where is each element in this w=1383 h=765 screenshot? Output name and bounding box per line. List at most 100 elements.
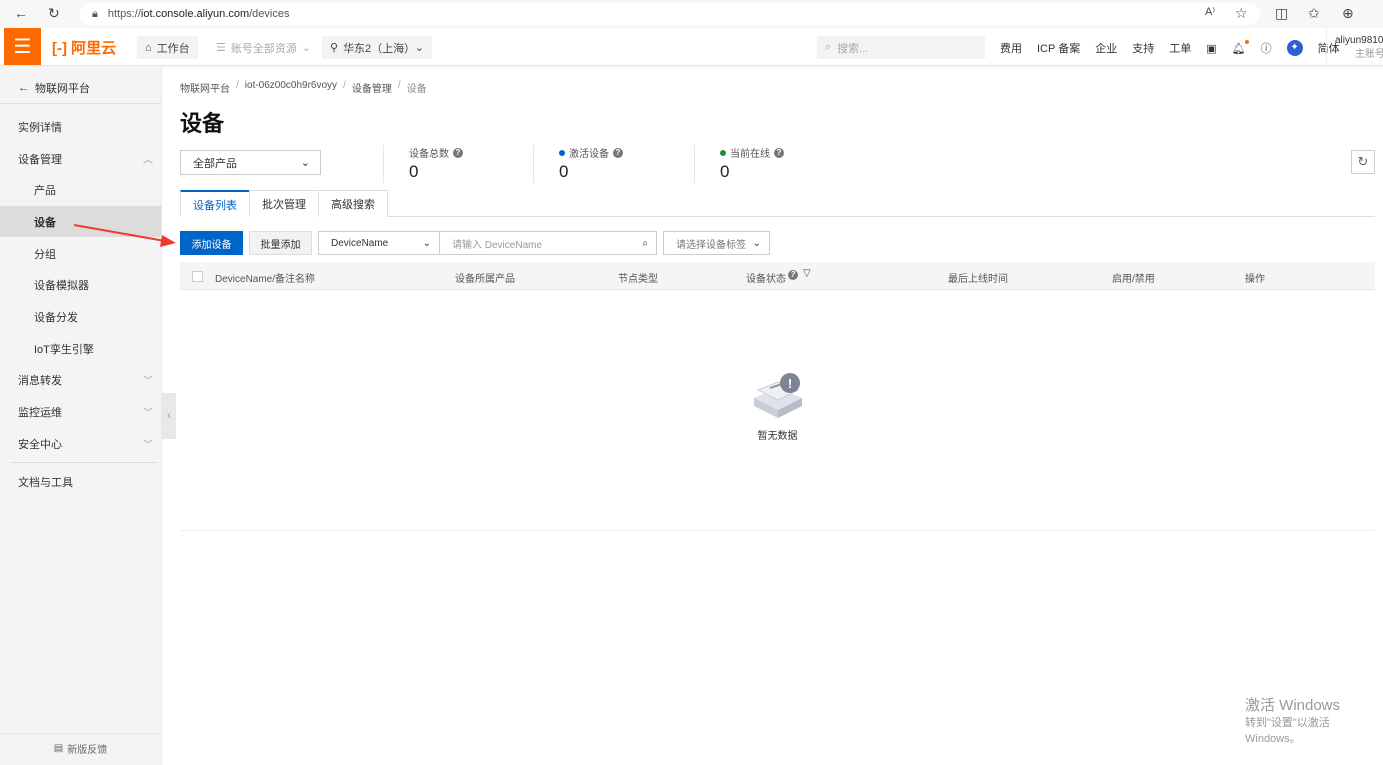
- chevron-down-icon: ﹀: [143, 440, 153, 451]
- workbench-button[interactable]: ⌂ 工作台: [137, 36, 198, 59]
- tab-advanced-search[interactable]: 高级搜索: [318, 190, 388, 217]
- resources-select[interactable]: ☰ 账号全部资源 ⌄: [208, 36, 320, 59]
- feedback-icon: ▤: [53, 743, 64, 754]
- sidebar-item-docs[interactable]: 文档与工具: [0, 466, 161, 497]
- assistant-icon[interactable]: ✦: [1286, 40, 1303, 56]
- address-bar[interactable]: 🔒︎ https://iot.console.aliyun.com/device…: [80, 3, 1260, 25]
- favorite-star-icon[interactable]: ☆: [1235, 5, 1248, 22]
- column-header: 设备状态: [746, 274, 786, 285]
- sidebar-back-link[interactable]: ← 物联网平台: [0, 72, 161, 104]
- breadcrumb-item[interactable]: 物联网平台: [180, 80, 230, 95]
- feedback-button[interactable]: ▤ 新版反馈: [0, 733, 161, 763]
- page-title: 设备: [180, 111, 225, 136]
- sidebar-item-label: 安全中心: [18, 438, 62, 451]
- help-icon[interactable]: ?: [613, 147, 623, 158]
- column-header: 启用/禁用: [1112, 274, 1155, 285]
- sidebar-divider: [10, 462, 158, 463]
- table-header: DeviceName/备注名称 设备所属产品 节点类型 设备状态 ? ▽ 最后上…: [180, 262, 1375, 290]
- sidebar-item-product[interactable]: 产品: [0, 174, 161, 205]
- bell-icon[interactable]: 🔔︎: [1232, 39, 1249, 55]
- tab-device-list[interactable]: 设备列表: [180, 190, 250, 217]
- sidebar-item-monitoring[interactable]: 监控运维 ﹀: [0, 396, 161, 427]
- help-icon[interactable]: ?: [774, 147, 784, 158]
- sidebar-item-twin-engine[interactable]: IoT孪生引擎: [0, 333, 161, 364]
- global-search-input[interactable]: ⌕ 搜索...: [817, 36, 985, 59]
- browser-toolbar: ← ↻ 🔒︎ https://iot.console.aliyun.com/de…: [0, 0, 1383, 28]
- help-icon[interactable]: ?: [453, 147, 463, 158]
- breadcrumb-item[interactable]: 设备管理: [352, 80, 392, 95]
- sidebar-item-label: 消息转发: [18, 374, 62, 387]
- link-enterprise[interactable]: 企业: [1095, 40, 1117, 56]
- sidebar-item-instance[interactable]: 实例详情: [0, 111, 161, 142]
- windows-activation-title: 激活 Windows: [1245, 697, 1341, 714]
- sidebar-item-distribution[interactable]: 设备分发: [0, 301, 161, 332]
- product-select[interactable]: 全部产品 ⌄: [180, 150, 321, 175]
- read-aloud-icon[interactable]: A⁾: [1205, 5, 1215, 18]
- sidebar-item-label: 设备分发: [34, 311, 78, 324]
- chevron-down-icon: ﹀: [143, 376, 153, 387]
- logo-text: 阿里云: [71, 40, 117, 57]
- stat-total: 设备总数? 0: [383, 145, 533, 183]
- device-search-input[interactable]: 请输入 DeviceName ⌕: [439, 231, 657, 255]
- stat-value: 0: [720, 162, 730, 181]
- chevron-down-icon: ﹀: [143, 408, 153, 419]
- user-menu[interactable]: aliyun98108 主账号: [1326, 28, 1383, 65]
- aliyun-logo[interactable]: [-] 阿里云: [52, 37, 116, 58]
- empty-state: ! 暂无数据: [700, 370, 855, 442]
- help-icon[interactable]: ?: [788, 269, 798, 280]
- back-icon[interactable]: ←: [14, 5, 28, 21]
- breadcrumb-item[interactable]: iot-06z00c0h9r6voyy: [245, 80, 337, 95]
- terminal-icon[interactable]: ▣: [1206, 42, 1216, 55]
- sidebar-item-label: 文档与工具: [18, 476, 73, 489]
- reload-icon[interactable]: ↻: [48, 5, 60, 22]
- sidebar-item-label: 分组: [34, 248, 56, 261]
- collections-icon[interactable]: ⊕: [1342, 5, 1354, 22]
- search-field-value: DeviceName: [331, 237, 389, 249]
- select-all-checkbox[interactable]: [192, 271, 203, 282]
- device-tag-placeholder: 请选择设备标签: [676, 239, 746, 251]
- region-select[interactable]: ⚲ 华东2（上海） ⌄: [322, 36, 432, 59]
- help-icon[interactable]: ⓘ: [1261, 40, 1272, 56]
- sidebar-item-message-forwarding[interactable]: 消息转发 ﹀: [0, 364, 161, 395]
- stat-label: 当前在线: [730, 149, 770, 160]
- menu-icon[interactable]: ☰: [4, 28, 41, 65]
- refresh-button[interactable]: ↻: [1351, 150, 1375, 174]
- refresh-icon: ↻: [1357, 154, 1369, 169]
- stat-value: 0: [409, 162, 419, 181]
- username: aliyun98108: [1335, 35, 1383, 46]
- chevron-down-icon: ⌄: [301, 42, 312, 54]
- search-icon: ⌕: [825, 41, 832, 53]
- favorites-icon[interactable]: ✩: [1308, 5, 1320, 22]
- tab-batch-management[interactable]: 批次管理: [249, 190, 319, 217]
- batch-add-button[interactable]: 批量添加: [249, 231, 312, 255]
- add-device-button[interactable]: 添加设备: [180, 231, 243, 255]
- sidebar-item-label: 监控运维: [18, 406, 62, 419]
- product-select-value: 全部产品: [193, 157, 237, 170]
- sidebar-collapse-handle[interactable]: ‹: [162, 393, 176, 439]
- chevron-down-icon: ⌄: [752, 237, 761, 249]
- red-arrow-annotation: [73, 224, 176, 247]
- device-search-placeholder: 请输入 DeviceName: [452, 239, 543, 251]
- link-billing[interactable]: 费用: [1000, 40, 1022, 56]
- split-screen-icon[interactable]: ◫: [1275, 5, 1288, 22]
- sidebar-item-security[interactable]: 安全中心 ﹀: [0, 428, 161, 459]
- search-icon[interactable]: ⌕: [642, 238, 648, 249]
- search-field-select[interactable]: DeviceName ⌄: [318, 231, 440, 255]
- sidebar-item-label: IoT孪生引擎: [34, 343, 94, 356]
- svg-text:!: !: [787, 376, 791, 391]
- url-host: iot.console.aliyun.com: [140, 8, 250, 20]
- home-icon: ⌂: [145, 41, 152, 54]
- search-placeholder: 搜索...: [837, 42, 869, 55]
- filter-icon[interactable]: ▽: [803, 268, 811, 279]
- link-icp[interactable]: ICP 备案: [1037, 40, 1080, 56]
- sidebar-item-label: 实例详情: [18, 121, 62, 134]
- device-tag-select[interactable]: 请选择设备标签 ⌄: [663, 231, 770, 255]
- sidebar-back-label: 物联网平台: [35, 82, 90, 95]
- status-dot: [720, 149, 726, 156]
- sidebar-item-device-management[interactable]: 设备管理 ︿: [0, 143, 161, 174]
- tab-bar: 设备列表 批次管理 高级搜索: [180, 190, 1375, 217]
- link-support[interactable]: 支持: [1132, 40, 1154, 56]
- link-tickets[interactable]: 工单: [1169, 40, 1191, 56]
- sidebar-item-simulator[interactable]: 设备模拟器: [0, 269, 161, 300]
- resource-icon: ☰: [216, 42, 226, 54]
